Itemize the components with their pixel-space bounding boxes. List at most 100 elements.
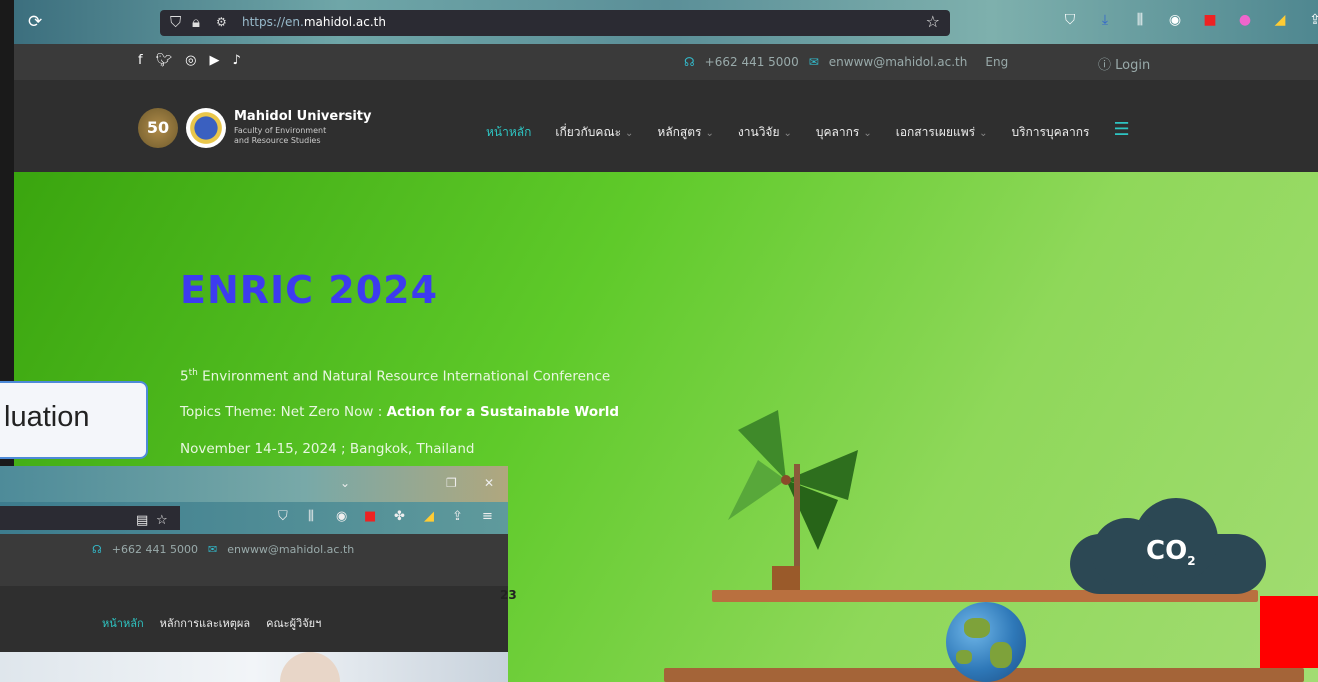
evaluation-label: luation xyxy=(0,381,148,459)
overlay-email[interactable]: enwww@mahidol.ac.th xyxy=(227,543,354,556)
address-bar[interactable]: ⛉ 🔒︎ ⚙ https://en.mahidol.ac.th ☆ xyxy=(160,10,950,36)
university-seal[interactable] xyxy=(186,108,226,148)
facebook-icon[interactable]: f xyxy=(138,53,143,68)
nav-publications[interactable]: เอกสารเผยแพร่ ⌄ xyxy=(896,123,988,142)
email-text[interactable]: enwww@mahidol.ac.th xyxy=(829,55,968,69)
faculty-line2: and Resource Studies xyxy=(234,136,321,145)
login-label: Login xyxy=(1115,58,1151,73)
overlay-titlebar: ⌄ ❐ ✕ xyxy=(0,466,508,502)
nav-research-label: งานวิจัย xyxy=(737,125,780,139)
nav-about-label: เกี่ยวกับคณะ xyxy=(555,125,622,139)
overlay-nav-home[interactable]: หน้าหลัก xyxy=(102,614,144,632)
url-text[interactable]: https://en.mahidol.ac.th xyxy=(242,15,386,29)
site-navbar: 50 Mahidol University Faculty of Environ… xyxy=(14,80,1318,172)
lock-icon[interactable]: 🔒︎ xyxy=(192,13,200,31)
overlay-topbar: ☊ +662 441 5000 ✉ enwww@mahidol.ac.th xyxy=(0,534,508,564)
youtube-icon[interactable]: ▶ xyxy=(209,53,219,68)
pinwheel-base xyxy=(772,566,800,592)
phone-text[interactable]: +662 441 5000 xyxy=(705,55,799,69)
nav-staff-services[interactable]: บริการบุคลากร xyxy=(1011,123,1089,142)
extension-red-icon[interactable]: ■ xyxy=(1202,12,1218,28)
pocket-icon[interactable]: ⛉ xyxy=(1062,12,1078,28)
overlay-toolbar: ▤ ☆ ⛉ ⫼ ◉ ■ ✤ ◢ ⇪ ≡ xyxy=(0,502,508,534)
overlay-navbar: หน้าหลัก หลักการและเหตุผล คณะผู้วิจัยฯ xyxy=(0,586,508,652)
ordinal-suffix: th xyxy=(188,368,198,378)
shield-icon[interactable]: ⛉ xyxy=(170,13,181,31)
mail-icon: ✉ xyxy=(207,543,218,556)
university-name[interactable]: Mahidol University xyxy=(234,109,372,124)
chevron-down-icon[interactable]: ⌄ xyxy=(340,476,350,490)
headset-icon: ☊ xyxy=(684,55,695,69)
main-nav: หน้าหลัก เกี่ยวกับคณะ ⌄ หลักสูตร ⌄ งานวิจั… xyxy=(486,119,1130,142)
reload-icon[interactable]: ⟳ xyxy=(28,12,42,32)
library-icon[interactable]: ⫼ xyxy=(1132,12,1148,28)
restore-icon[interactable]: ❐ xyxy=(446,476,457,490)
hero-conference-line: 5th Environment and Natural Resource Int… xyxy=(180,368,610,385)
user-icon: ⓘ xyxy=(1098,58,1112,73)
globe-illustration xyxy=(946,602,1026,682)
social-links: f 🐦︎ ◎ ▶ ♪ xyxy=(138,53,241,68)
chevron-down-icon: ⌄ xyxy=(783,128,792,139)
overlay-nav-researchers[interactable]: คณะผู้วิจัยฯ xyxy=(266,614,321,632)
overlay-contact: ☊ +662 441 5000 ✉ enwww@mahidol.ac.th xyxy=(92,543,354,556)
overlay-phone[interactable]: +662 441 5000 xyxy=(112,543,198,556)
account-icon[interactable]: ◉ xyxy=(1167,12,1183,28)
overlay-screenshot: ⌄ ❐ ✕ ▤ ☆ ⛉ ⫼ ◉ ■ ✤ ◢ ⇪ ≡ ☊ +662 441 500… xyxy=(0,466,508,682)
login-link[interactable]: ⓘ Login xyxy=(1098,54,1150,73)
nav-research[interactable]: งานวิจัย ⌄ xyxy=(738,123,792,142)
reader-icon[interactable]: ▤ xyxy=(136,513,148,528)
extension-pen-icon[interactable]: ◢ xyxy=(1272,12,1288,28)
faculty-name: Faculty of Environment and Resource Stud… xyxy=(234,126,374,146)
menu-icon[interactable]: ☰ xyxy=(1113,119,1129,142)
extension-color-icon[interactable]: ● xyxy=(1237,12,1253,28)
nav-about[interactable]: เกี่ยวกับคณะ ⌄ xyxy=(555,123,633,142)
evaluation-label-text: luation xyxy=(4,401,90,433)
nav-staff[interactable]: บุคลากร ⌄ xyxy=(816,123,872,142)
share-icon[interactable]: ⇪ xyxy=(452,509,463,524)
chevron-down-icon: ⌄ xyxy=(863,128,872,139)
close-icon[interactable]: ✕ xyxy=(484,476,494,490)
pocket-icon[interactable]: ⛉ xyxy=(278,509,288,524)
red-marker xyxy=(1260,596,1318,668)
extension-icon[interactable]: ✤ xyxy=(394,509,405,524)
overlay-nav-rationale[interactable]: หลักการและเหตุผล xyxy=(160,614,250,632)
overlay-hero-image xyxy=(0,652,508,682)
bookmark-star-icon[interactable]: ☆ xyxy=(926,12,940,31)
library-icon[interactable]: ⫼ xyxy=(308,509,314,524)
permissions-icon[interactable]: ⚙ xyxy=(216,15,227,29)
menu-icon[interactable]: ≡ xyxy=(482,509,493,524)
bookmark-star-icon[interactable]: ☆ xyxy=(156,513,168,528)
twitter-icon[interactable]: 🐦︎ xyxy=(156,53,173,68)
extension-red-icon[interactable]: ■ xyxy=(364,509,376,524)
nav-programs[interactable]: หลักสูตร ⌄ xyxy=(657,123,713,142)
site-topbar: f 🐦︎ ◎ ▶ ♪ ☊ +662 441 5000 ✉ enwww@mahid… xyxy=(14,44,1318,80)
share-icon[interactable]: ⇪ xyxy=(1307,12,1318,28)
pinwheel-illustration xyxy=(728,410,858,550)
conference-name: Environment and Natural Resource Interna… xyxy=(197,368,611,385)
hero-date-line: November 14-15, 2024 ; Bangkok, Thailand xyxy=(180,441,475,457)
chevron-down-icon: ⌄ xyxy=(625,128,634,139)
nav-home[interactable]: หน้าหลัก xyxy=(486,123,531,142)
nav-programs-label: หลักสูตร xyxy=(657,125,702,139)
language-switch[interactable]: Eng xyxy=(985,55,1008,69)
overlay-spacer xyxy=(0,564,508,586)
browser-toolbar: ⟳ ⛉ 🔒︎ ⚙ https://en.mahidol.ac.th ☆ ⛉ ⤓ … xyxy=(14,0,1318,44)
hero-theme-line: Topics Theme: Net Zero Now : Action for … xyxy=(180,404,619,420)
toolbar-icons: ⛉ ⤓ ⫼ ◉ ■ ● ◢ ⇪ xyxy=(1062,12,1318,28)
ordinal-number: 5 xyxy=(180,368,189,385)
download-icon[interactable]: ⤓ xyxy=(1097,12,1113,28)
anniversary-logo[interactable]: 50 xyxy=(138,108,178,148)
contact-info: ☊ +662 441 5000 ✉ enwww@mahidol.ac.th En… xyxy=(684,55,1008,69)
instagram-icon[interactable]: ◎ xyxy=(185,53,196,68)
co2-label: CO2 xyxy=(1146,536,1196,569)
account-icon[interactable]: ◉ xyxy=(336,509,347,524)
extension-pen-icon[interactable]: ◢ xyxy=(424,509,434,524)
faculty-line1: Faculty of Environment xyxy=(234,126,327,135)
chevron-down-icon: ⌄ xyxy=(705,128,714,139)
hero-title: ENRIC 2024 xyxy=(180,268,439,312)
mail-icon: ✉ xyxy=(808,55,819,69)
chevron-down-icon: ⌄ xyxy=(979,128,988,139)
theme-prefix: Topics Theme: Net Zero Now : xyxy=(180,404,387,420)
overlay-address-bar[interactable]: ▤ ☆ xyxy=(0,506,180,530)
tiktok-icon[interactable]: ♪ xyxy=(232,53,240,68)
